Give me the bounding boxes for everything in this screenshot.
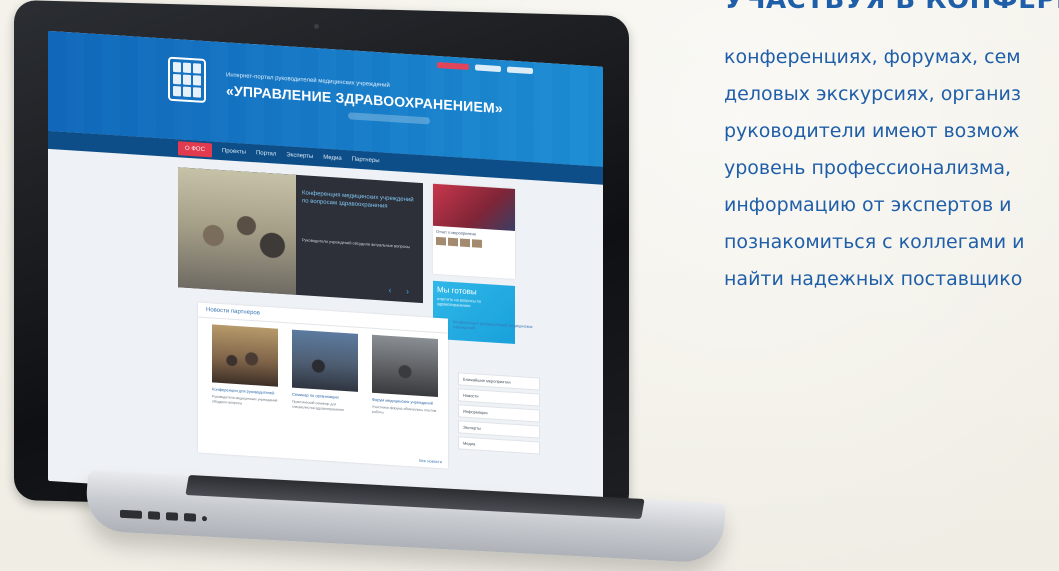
intro-text: УЧАСТВУЯ В КОНФЕРЕНЦ конференциях, форум… [724,0,1059,346]
promo-stage: Интернет-портал руководителей медицински… [0,0,1059,571]
intro-headline: УЧАСТВУЯ В КОНФЕРЕНЦ [724,0,1059,15]
portal-title: «УПРАВЛЕНИЕ ЗДРАВООХРАНЕНИЕМ» [226,82,503,117]
slider-photo [178,167,296,295]
news-slider[interactable]: Конференция медицинских учреждений по во… [178,167,423,304]
side-menu-item[interactable]: Ближайшие мероприятия [458,372,540,391]
side-menu-item[interactable]: Медиа [458,436,540,455]
laptop-screen: Интернет-портал руководителей медицински… [48,30,603,517]
slider-caption[interactable]: Конференция медицинских учреждений по во… [302,189,414,212]
partner-news: Новости партнеров Конференция для руково… [198,302,448,469]
site-logo[interactable] [168,56,206,104]
event-card[interactable]: Отчет о мероприятии [433,183,515,280]
slider-arrows-icon[interactable]: ‹ › [389,285,416,297]
news-cards: Конференция для руководителей Руководите… [198,318,448,425]
search-link[interactable] [475,64,501,73]
nav-item-portal[interactable]: Портал [256,150,276,157]
news-photo [212,324,278,387]
camera-icon [314,23,319,29]
nav-item-partners[interactable]: Партнеры [352,156,380,164]
login-link[interactable] [507,66,533,75]
laptop-lid: Интернет-портал руководителей медицински… [14,0,629,517]
news-text: Участники форума обменялись опытом работ… [372,404,437,415]
subscribe-button[interactable] [348,112,430,125]
intro-line: конференциях, форумах, сем [724,46,1021,68]
side-menu: Ближайшие мероприятия Новости Информация… [458,372,540,457]
social-link[interactable] [437,61,469,71]
news-card[interactable]: Конференция для руководителей Руководите… [212,324,278,407]
intro-line: уровень профессионализма, [724,157,1012,179]
laptop-mockup: Интернет-портал руководителей медицински… [0,0,726,571]
nav-item-experts[interactable]: Эксперты [286,152,313,160]
news-photo [292,329,358,392]
nav-item-media[interactable]: Медиа [323,155,341,162]
side-menu-item[interactable]: Информация [458,404,540,423]
news-card[interactable]: Форум медицинских учреждений Участники ф… [372,334,438,418]
event-card-image [433,183,515,232]
slider-body: Руководители учреждений обсудили актуаль… [302,237,410,250]
side-menu-item[interactable]: Эксперты [458,420,540,439]
intro-line: познакомиться с коллегами и [724,231,1025,253]
intro-line: деловых экскурсиях, организ [724,83,1021,105]
side-menu-item[interactable]: Новости [458,388,540,407]
nav-item-fos[interactable]: О ФОС [178,141,212,158]
all-news-link[interactable]: Все новости [419,458,442,464]
intro-line: найти надежных поставщико [724,268,1023,290]
top-links [437,61,533,75]
intro-line: информацию от экспертов и [724,194,1012,216]
news-text: Руководители медицинских учреждений обсу… [212,394,278,405]
news-card[interactable]: Семинар по организации Практический семи… [292,329,358,413]
news-text: Практический семинар для специалистов зд… [292,399,345,412]
intro-line: руководители имеют возмож [724,120,1020,142]
nav-item-projects[interactable]: Проекты [222,148,246,156]
news-photo [372,334,438,398]
